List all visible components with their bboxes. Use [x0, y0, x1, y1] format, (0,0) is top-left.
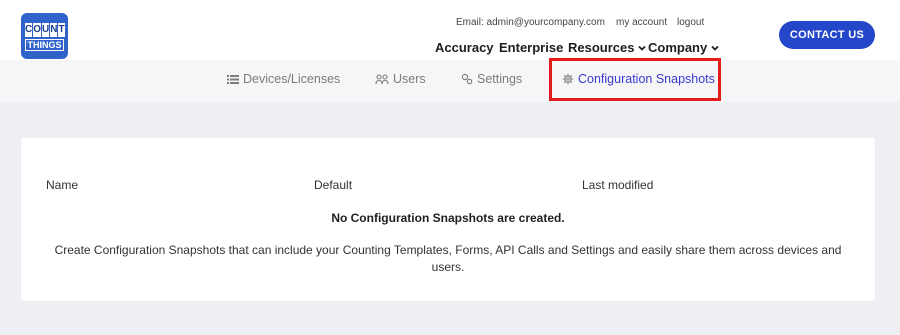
tab-bar: Devices/Licenses Users Settings Configur…	[0, 60, 900, 102]
logo-letter: U	[42, 23, 50, 37]
nav-accuracy-label: Accuracy	[435, 40, 494, 55]
tab-settings[interactable]: Settings	[461, 72, 522, 86]
nav-accuracy[interactable]: Accuracy	[435, 40, 494, 55]
tab-users[interactable]: Users	[375, 72, 426, 86]
tab-settings-label: Settings	[477, 72, 523, 86]
user-email: Email: admin@yourcompany.com	[456, 17, 605, 28]
list-icon	[227, 74, 239, 84]
logo-letter: T	[58, 23, 65, 37]
contact-us-button[interactable]: CONTACT US	[779, 21, 875, 49]
users-icon	[375, 73, 389, 84]
nav-resources[interactable]: Resources	[568, 40, 647, 55]
tab-users-label: Users	[393, 72, 426, 86]
column-header-last-modified[interactable]: Last modified	[582, 178, 653, 192]
nav-enterprise-label: Enterprise	[499, 40, 564, 55]
nav-company[interactable]: Company	[648, 40, 720, 55]
nav-company-label: Company	[648, 40, 708, 55]
empty-state-title: No Configuration Snapshots are created.	[331, 211, 565, 225]
logo-letter: O	[33, 23, 42, 37]
nav-resources-label: Resources	[568, 40, 635, 55]
countthings-logo[interactable]: C O U N T THINGS	[21, 13, 68, 59]
logo-things: THINGS	[25, 39, 64, 51]
my-account-link[interactable]: my account	[616, 17, 667, 28]
column-header-default[interactable]: Default	[314, 178, 352, 192]
chevron-down-icon	[711, 45, 719, 51]
chevron-down-icon	[638, 45, 647, 51]
column-header-name[interactable]: Name	[46, 178, 78, 192]
logo-letter: C	[25, 23, 33, 37]
logout-link[interactable]: logout	[677, 17, 704, 28]
tab-devices-licenses[interactable]: Devices/Licenses	[227, 72, 340, 86]
active-tab-highlight	[549, 58, 721, 101]
empty-state-description: Create Configuration Snapshots that can …	[54, 243, 842, 274]
settings-icon	[461, 73, 473, 85]
snapshots-panel: Name Default Last modified No Configurat…	[21, 138, 875, 301]
logo-count: C O U N T	[25, 23, 65, 37]
nav-enterprise[interactable]: Enterprise	[499, 40, 563, 55]
site-header: C O U N T THINGS Email: admin@yourcompan…	[0, 0, 900, 60]
logo-letter: N	[50, 23, 58, 37]
tab-devices-label: Devices/Licenses	[243, 72, 341, 86]
